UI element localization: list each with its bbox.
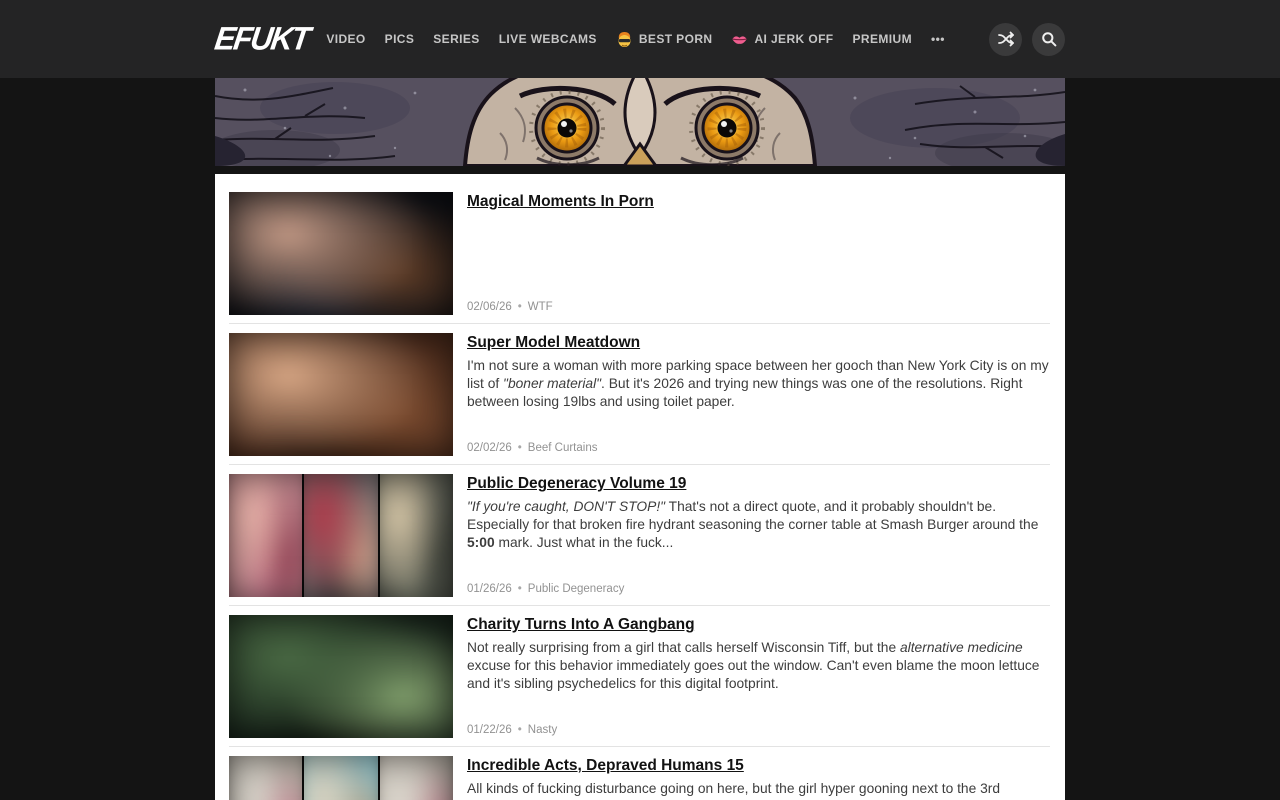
shuffle-icon xyxy=(998,31,1014,47)
post-category-link[interactable]: Beef Curtains xyxy=(528,442,598,454)
post-category-link[interactable]: Public Degeneracy xyxy=(528,583,625,595)
shuffle-button[interactable] xyxy=(989,23,1022,56)
post-title-link[interactable]: Super Model Meatdown xyxy=(467,334,640,352)
meta-separator: • xyxy=(518,583,522,595)
post-thumbnail[interactable] xyxy=(229,756,453,800)
post-row: Charity Turns Into A Gangbang Not really … xyxy=(229,606,1050,747)
nav-item-label: AI JERK OFF xyxy=(754,32,833,46)
nav-item-label: BEST PORN xyxy=(639,32,713,46)
post-body: Super Model Meatdown I'm not sure a woman… xyxy=(467,333,1050,456)
post-category-link[interactable]: WTF xyxy=(528,301,553,313)
post-description: "If you're caught, DON'T STOP!" That's n… xyxy=(467,498,1050,552)
post-title-link[interactable]: Incredible Acts, Depraved Humans 15 xyxy=(467,757,744,775)
post-body: Public Degeneracy Volume 19 "If you're ca… xyxy=(467,474,1050,597)
meta-separator: • xyxy=(518,724,522,736)
post-meta: 01/22/26 • Nasty xyxy=(467,724,1050,738)
thumbnail-panel xyxy=(229,756,302,800)
post-list: Magical Moments In Porn 02/06/26 • WTF Super… xyxy=(215,174,1065,800)
post-description: I'm not sure a woman with more parking s… xyxy=(467,357,1050,411)
post-date: 01/22/26 xyxy=(467,724,512,736)
nav-item-label: PREMIUM xyxy=(853,32,912,46)
nav-item-label: LIVE WEBCAMS xyxy=(499,32,597,46)
owl-illustration xyxy=(215,78,1065,166)
nav-item-premium[interactable]: PREMIUM xyxy=(853,32,912,46)
post-body: Magical Moments In Porn 02/06/26 • WTF xyxy=(467,192,1050,315)
post-thumbnail[interactable] xyxy=(229,192,453,315)
nav-item-series[interactable]: SERIES xyxy=(433,32,479,46)
post-date: 02/02/26 xyxy=(467,442,512,454)
nav-item-more[interactable]: ••• xyxy=(931,32,945,46)
post-description: All kinds of fucking disturbance going o… xyxy=(467,780,1050,800)
post-thumbnail[interactable] xyxy=(229,615,453,738)
meta-separator: • xyxy=(518,301,522,313)
nav-item-label: PICS xyxy=(385,32,415,46)
thumbnail-panel xyxy=(304,756,377,800)
nav-item-best-porn[interactable]: BEST PORN xyxy=(616,31,713,48)
header-actions xyxy=(989,23,1065,56)
search-button[interactable] xyxy=(1032,23,1065,56)
page: EFUKT VIDEO PICS SERIES LIVE WEBCAMS BEST PO… xyxy=(0,0,1280,800)
thumbnail-panel xyxy=(380,756,453,800)
post-row: Incredible Acts, Depraved Humans 15 All k… xyxy=(229,747,1050,800)
nav-item-label: SERIES xyxy=(433,32,479,46)
thumbnail-panel xyxy=(304,474,377,597)
owl-artwork-banner[interactable] xyxy=(215,78,1065,166)
post-meta: 02/06/26 • WTF xyxy=(467,301,1050,315)
nav-item-pics[interactable]: PICS xyxy=(385,32,415,46)
thumbnail-panel xyxy=(229,474,302,597)
post-body: Charity Turns Into A Gangbang Not really … xyxy=(467,615,1050,738)
post-row: Super Model Meatdown I'm not sure a woman… xyxy=(229,324,1050,465)
nav-item-label: VIDEO xyxy=(326,32,365,46)
post-title-link[interactable]: Public Degeneracy Volume 19 xyxy=(467,475,686,493)
thumbnail-panel xyxy=(229,192,453,315)
post-date: 02/06/26 xyxy=(467,301,512,313)
post-thumbnail[interactable] xyxy=(229,333,453,456)
post-category-link[interactable]: Nasty xyxy=(528,724,557,736)
post-meta: 01/26/26 • Public Degeneracy xyxy=(467,583,1050,597)
site-logo[interactable]: EFUKT xyxy=(212,20,311,58)
main-nav: VIDEO PICS SERIES LIVE WEBCAMS BEST PORN AI J… xyxy=(326,31,944,48)
lips-icon xyxy=(731,31,748,48)
content-column: Magical Moments In Porn 02/06/26 • WTF Super… xyxy=(215,78,1065,800)
post-title-link[interactable]: Magical Moments In Porn xyxy=(467,193,654,211)
post-meta: 02/02/26 • Beef Curtains xyxy=(467,442,1050,456)
post-thumbnail[interactable] xyxy=(229,474,453,597)
post-title-link[interactable]: Charity Turns Into A Gangbang xyxy=(467,616,695,634)
thumbnail-panel xyxy=(229,615,453,738)
post-date: 01/26/26 xyxy=(467,583,512,595)
nav-item-ai-jerk-off[interactable]: AI JERK OFF xyxy=(731,31,833,48)
search-icon xyxy=(1041,31,1057,47)
post-body: Incredible Acts, Depraved Humans 15 All k… xyxy=(467,756,1050,800)
top-bar-inner: EFUKT VIDEO PICS SERIES LIVE WEBCAMS BEST PO… xyxy=(215,0,1065,78)
top-bar: EFUKT VIDEO PICS SERIES LIVE WEBCAMS BEST PO… xyxy=(0,0,1280,78)
post-row: Public Degeneracy Volume 19 "If you're ca… xyxy=(229,465,1050,606)
flame-face-icon xyxy=(616,31,633,48)
nav-item-video[interactable]: VIDEO xyxy=(326,32,365,46)
thumbnail-panel xyxy=(229,333,453,456)
nav-item-label: ••• xyxy=(931,32,945,46)
post-row: Magical Moments In Porn 02/06/26 • WTF xyxy=(229,192,1050,324)
nav-item-live-webcams[interactable]: LIVE WEBCAMS xyxy=(499,32,597,46)
post-description: Not really surprising from a girl that c… xyxy=(467,639,1050,693)
thumbnail-panel xyxy=(380,474,453,597)
meta-separator: • xyxy=(518,442,522,454)
